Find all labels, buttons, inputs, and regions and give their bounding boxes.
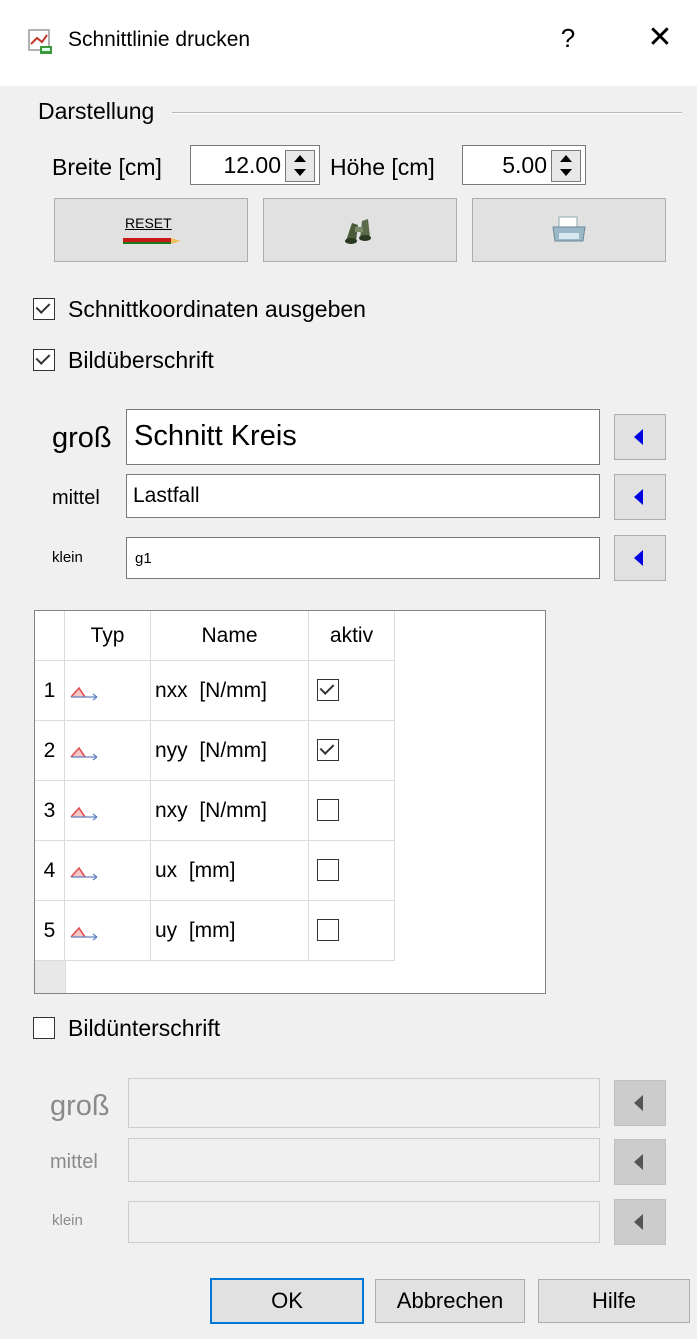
- close-button[interactable]: ✕: [640, 18, 680, 58]
- aktiv-checkbox[interactable]: [317, 739, 339, 761]
- group-darstellung-label: Darstellung: [38, 98, 155, 124]
- heading-gross-arrow-button[interactable]: [614, 414, 666, 460]
- heading-klein-label: klein: [52, 549, 83, 566]
- reset-button[interactable]: RESET: [54, 198, 248, 262]
- diagram-type-icon: [69, 803, 99, 827]
- name-cell[interactable]: nyy [N/mm]: [151, 721, 309, 781]
- row-header-blank: [35, 961, 66, 993]
- aktiv-cell[interactable]: [309, 781, 395, 841]
- typ-cell[interactable]: [65, 901, 151, 961]
- name-cell[interactable]: ux [mm]: [151, 841, 309, 901]
- aktiv-cell[interactable]: [309, 661, 395, 721]
- aktiv-cell[interactable]: [309, 721, 395, 781]
- bildueberschrift-checkbox[interactable]: [33, 349, 55, 371]
- hoehe-label: Höhe [cm]: [330, 154, 435, 180]
- aktiv-checkbox[interactable]: [317, 799, 339, 821]
- typ-cell[interactable]: [65, 721, 151, 781]
- heading-gross-input[interactable]: Schnitt Kreis: [126, 409, 600, 465]
- pencil-icon: [123, 233, 181, 251]
- heading-mittel-label: mittel: [52, 487, 100, 509]
- preview-button[interactable]: [263, 198, 457, 262]
- typ-cell[interactable]: [65, 781, 151, 841]
- help-footer-button[interactable]: Hilfe: [538, 1279, 690, 1323]
- app-icon: [26, 26, 56, 56]
- heading-klein-input[interactable]: g1: [126, 537, 600, 579]
- print-button[interactable]: [472, 198, 666, 262]
- header-typ[interactable]: Typ: [65, 611, 151, 661]
- diagram-type-icon: [69, 743, 99, 767]
- heading-mittel-input[interactable]: Lastfall: [126, 474, 600, 518]
- header-aktiv[interactable]: aktiv: [309, 611, 395, 661]
- name-cell[interactable]: nxy [N/mm]: [151, 781, 309, 841]
- name-cell[interactable]: nxx [N/mm]: [151, 661, 309, 721]
- ok-button[interactable]: OK: [210, 1278, 364, 1324]
- heading-klein-value: g1: [135, 550, 152, 567]
- header-name[interactable]: Name: [151, 611, 309, 661]
- heading-mittel-arrow-button[interactable]: [614, 474, 666, 520]
- diagram-type-icon: [69, 923, 99, 947]
- breite-label: Breite [cm]: [52, 154, 162, 180]
- breite-spin-arrows[interactable]: [285, 150, 315, 182]
- bildunterschrift-checkbox[interactable]: [33, 1017, 55, 1039]
- help-button[interactable]: ?: [548, 18, 588, 58]
- hoehe-value: 5.00: [502, 152, 547, 178]
- heading-gross-value: Schnitt Kreis: [134, 420, 297, 452]
- bildueberschrift-label: Bildüberschrift: [68, 347, 214, 373]
- caption-klein-arrow-button[interactable]: [614, 1199, 666, 1245]
- hoehe-spin-arrows[interactable]: [551, 150, 581, 182]
- typ-cell[interactable]: [65, 661, 151, 721]
- aktiv-checkbox[interactable]: [317, 859, 339, 881]
- caption-gross-input[interactable]: [128, 1078, 600, 1128]
- aktiv-cell[interactable]: [309, 841, 395, 901]
- diagram-type-icon: [69, 683, 99, 707]
- heading-mittel-value: Lastfall: [133, 484, 200, 507]
- window-title: Schnittlinie drucken: [68, 28, 251, 51]
- caption-klein-label: klein: [52, 1212, 83, 1229]
- hoehe-spinbox[interactable]: 5.00: [462, 145, 586, 185]
- heading-klein-arrow-button[interactable]: [614, 535, 666, 581]
- reset-label: RESET: [125, 215, 172, 231]
- printer-icon: [549, 215, 589, 250]
- schnittkoordinaten-label: Schnittkoordinaten ausgeben: [68, 296, 366, 322]
- name-cell[interactable]: uy [mm]: [151, 901, 309, 961]
- cancel-button[interactable]: Abbrechen: [375, 1279, 525, 1323]
- aktiv-cell[interactable]: [309, 901, 395, 961]
- aktiv-checkbox[interactable]: [317, 919, 339, 941]
- aktiv-checkbox[interactable]: [317, 679, 339, 701]
- results-table[interactable]: Typ Name aktiv 1 nxx [N/mm] 2 nyy [N/mm] 3 nx…: [34, 610, 546, 994]
- caption-gross-arrow-button[interactable]: [614, 1080, 666, 1126]
- caption-mittel-input[interactable]: [128, 1138, 600, 1182]
- caption-mittel-arrow-button[interactable]: [614, 1139, 666, 1185]
- caption-klein-input[interactable]: [128, 1201, 600, 1243]
- group-divider: [172, 112, 682, 114]
- heading-gross-label: groß: [52, 422, 112, 454]
- diagram-type-icon: [69, 863, 99, 887]
- bildunterschrift-label: Bildünterschrift: [68, 1015, 221, 1041]
- row-number-cell: 3: [35, 781, 65, 841]
- row-number-cell: 4: [35, 841, 65, 901]
- breite-value: 12.00: [223, 152, 281, 178]
- binoculars-icon: [340, 215, 380, 250]
- caption-mittel-label: mittel: [50, 1151, 98, 1173]
- row-number-cell: 2: [35, 721, 65, 781]
- row-number-cell: 5: [35, 901, 65, 961]
- row-number-cell: 1: [35, 661, 65, 721]
- schnittkoordinaten-checkbox[interactable]: [33, 298, 55, 320]
- typ-cell[interactable]: [65, 841, 151, 901]
- corner-header-cell: [35, 611, 65, 661]
- caption-gross-label: groß: [50, 1090, 110, 1122]
- breite-spinbox[interactable]: 12.00: [190, 145, 320, 185]
